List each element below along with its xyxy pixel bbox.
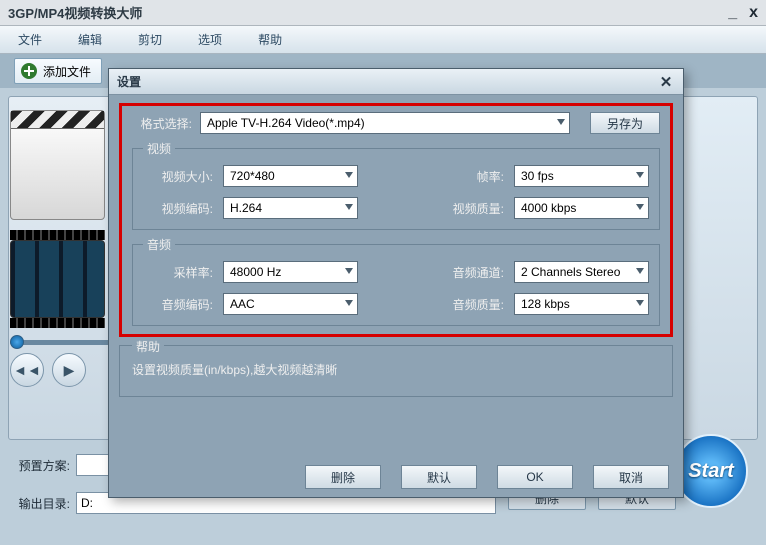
menu-cut[interactable]: 剪切: [138, 31, 162, 48]
start-label: Start: [688, 460, 734, 483]
vcodec-combo[interactable]: H.264: [223, 197, 358, 219]
aquality-value: 128 kbps: [521, 297, 570, 311]
audio-fieldset: 音频 采样率: 48000 Hz 音频通道: 2 Channels Stereo…: [132, 236, 660, 326]
acodec-combo[interactable]: AAC: [223, 293, 358, 315]
dialog-default-button[interactable]: 默认: [401, 465, 477, 489]
chevron-down-icon: [636, 300, 644, 306]
menu-bar: 文件 编辑 剪切 选项 帮助: [0, 26, 766, 54]
sample-value: 48000 Hz: [230, 265, 281, 279]
sample-label: 采样率:: [143, 264, 213, 281]
save-as-button[interactable]: 另存为: [590, 112, 660, 134]
video-size-label: 视频大小:: [143, 168, 213, 185]
filmreel-icon: [10, 240, 105, 318]
dialog-buttons: 删除 默认 OK 取消: [109, 457, 683, 497]
chevron-down-icon: [345, 172, 353, 178]
acodec-value: AAC: [230, 297, 255, 311]
chevron-down-icon: [557, 119, 565, 125]
video-size-value: 720*480: [230, 169, 275, 183]
menu-file[interactable]: 文件: [18, 31, 42, 48]
aquality-combo[interactable]: 128 kbps: [514, 293, 649, 315]
start-button[interactable]: Start: [674, 434, 748, 508]
plus-icon: [21, 63, 37, 79]
dialog-delete-button[interactable]: 删除: [305, 465, 381, 489]
minimize-icon[interactable]: _: [728, 4, 737, 22]
add-file-button[interactable]: 添加文件: [14, 58, 102, 84]
clapperboard-icon: [10, 110, 105, 220]
chevron-down-icon: [636, 268, 644, 274]
play-button[interactable]: ▶: [52, 353, 86, 387]
channels-label: 音频通道:: [434, 264, 504, 281]
menu-options[interactable]: 选项: [198, 31, 222, 48]
dialog-title: 设置: [117, 73, 141, 90]
settings-dialog: 设置 ✕ 格式选择: Apple TV-H.264 Video(*.mp4) 另…: [108, 68, 684, 498]
menu-help[interactable]: 帮助: [258, 31, 282, 48]
video-size-combo[interactable]: 720*480: [223, 165, 358, 187]
dialog-close-icon[interactable]: ✕: [657, 73, 675, 91]
sample-combo[interactable]: 48000 Hz: [223, 261, 358, 283]
vquality-value: 4000 kbps: [521, 201, 576, 215]
output-dir-label: 输出目录:: [12, 495, 70, 512]
window-controls: _ x: [728, 4, 758, 22]
chevron-down-icon: [345, 300, 353, 306]
video-legend: 视频: [143, 140, 175, 157]
help-legend: 帮助: [132, 340, 164, 354]
menu-edit[interactable]: 编辑: [78, 31, 102, 48]
dialog-cancel-button[interactable]: 取消: [593, 465, 669, 489]
format-combo[interactable]: Apple TV-H.264 Video(*.mp4): [200, 112, 570, 134]
chevron-down-icon: [345, 268, 353, 274]
vcodec-value: H.264: [230, 201, 262, 215]
acodec-label: 音频编码:: [143, 296, 213, 313]
chevron-down-icon: [636, 172, 644, 178]
add-file-label: 添加文件: [43, 63, 91, 80]
channels-value: 2 Channels Stereo: [521, 265, 620, 279]
slider-knob[interactable]: [10, 335, 24, 349]
vquality-label: 视频质量:: [434, 200, 504, 217]
chevron-down-icon: [345, 204, 353, 210]
close-icon[interactable]: x: [749, 4, 758, 22]
video-fieldset: 视频 视频大小: 720*480 帧率: 30 fps 视频编码: H.264 …: [132, 140, 660, 230]
vcodec-label: 视频编码:: [143, 200, 213, 217]
help-fieldset: 帮助 设置视频质量(in/kbps),越大视频越清晰: [119, 345, 673, 397]
fps-value: 30 fps: [521, 169, 554, 183]
help-text: 设置视频质量(in/kbps),越大视频越清晰: [132, 363, 337, 377]
dialog-ok-button[interactable]: OK: [497, 465, 573, 489]
chevron-down-icon: [636, 204, 644, 210]
fps-label: 帧率:: [434, 168, 504, 185]
prev-button[interactable]: ◄◄: [10, 353, 44, 387]
dialog-titlebar: 设置 ✕: [109, 69, 683, 95]
preset-label: 预置方案:: [12, 457, 70, 474]
fps-combo[interactable]: 30 fps: [514, 165, 649, 187]
highlighted-region: 格式选择: Apple TV-H.264 Video(*.mp4) 另存为 视频…: [119, 103, 673, 337]
vquality-combo[interactable]: 4000 kbps: [514, 197, 649, 219]
format-label: 格式选择:: [132, 115, 192, 132]
channels-combo[interactable]: 2 Channels Stereo: [514, 261, 649, 283]
audio-legend: 音频: [143, 236, 175, 253]
main-titlebar: 3GP/MP4视频转换大师 _ x: [0, 0, 766, 26]
aquality-label: 音频质量:: [434, 296, 504, 313]
app-title: 3GP/MP4视频转换大师: [8, 3, 142, 22]
format-value: Apple TV-H.264 Video(*.mp4): [207, 116, 365, 130]
film-thumb: [10, 110, 105, 330]
